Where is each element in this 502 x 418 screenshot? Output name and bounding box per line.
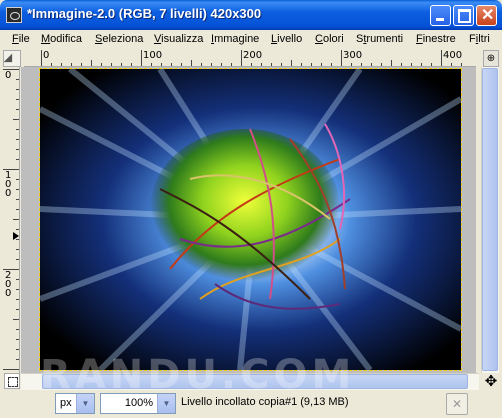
ruler-label: 0 <box>5 70 12 81</box>
menu-label-part: ivello <box>277 33 303 45</box>
menu-item-colori[interactable]: Colori <box>315 33 344 45</box>
chevron-down-icon: ▼ <box>76 394 94 413</box>
menu-label-part: ltri <box>478 33 490 45</box>
menu-item-visualizza[interactable]: Visualizza <box>154 33 203 45</box>
ruler-tick <box>16 249 19 250</box>
ruler-tick <box>191 60 192 66</box>
ruler-tick <box>3 369 19 370</box>
menu-item-finestre[interactable]: Finestre <box>416 33 456 45</box>
vertical-ruler[interactable]: 0 100 200 <box>3 67 20 373</box>
menu-item-immagine[interactable]: Immagine <box>211 33 259 45</box>
horizontal-ruler[interactable]: 0 100 200 300 400 <box>24 50 476 67</box>
ruler-tick <box>341 50 342 66</box>
menu-label-part: M <box>41 33 51 45</box>
chevron-down-icon: ▼ <box>157 394 175 413</box>
menu-item-strumenti[interactable]: Strumenti <box>356 33 403 45</box>
ruler-tick <box>16 79 19 80</box>
ruler-tick <box>16 179 19 180</box>
menu-label-part: eleziona <box>102 33 144 45</box>
minimize-button[interactable] <box>430 5 451 26</box>
ruler-tick <box>16 299 19 300</box>
image-canvas[interactable] <box>39 68 462 371</box>
ruler-tick <box>16 309 19 310</box>
cancel-icon[interactable] <box>446 393 468 415</box>
ruler-tick <box>16 139 19 140</box>
ruler-tick <box>41 50 42 66</box>
ruler-pointer-marker <box>13 232 19 240</box>
menu-item-filtri[interactable]: Filtri <box>469 33 490 45</box>
ruler-label: 100 <box>143 50 163 61</box>
ruler-tick <box>13 119 19 120</box>
ruler-tick <box>16 149 19 150</box>
ruler-tick <box>16 339 19 340</box>
menu-item-file[interactable]: File <box>12 33 30 45</box>
ruler-tick <box>241 50 242 66</box>
close-icon: ✕ <box>481 7 495 24</box>
ruler-label: 300 <box>343 50 363 61</box>
menu-arrow-icon[interactable] <box>3 50 21 67</box>
ruler-tick <box>91 60 92 66</box>
zoom-value: 100% <box>124 397 153 409</box>
ruler-label: 100 <box>5 170 12 199</box>
ruler-tick <box>16 329 19 330</box>
ruler-tick <box>16 99 19 100</box>
ruler-tick <box>16 359 19 360</box>
unit-select[interactable]: px ▼ <box>55 393 95 414</box>
close-button[interactable]: ✕ <box>476 5 497 26</box>
image-artwork <box>40 69 461 370</box>
zoom-to-fit-button[interactable]: ⊕ <box>483 50 499 67</box>
window-title: *Immagine-2.0 (RGB, 7 livelli) 420x300 <box>27 6 262 21</box>
zoom-select[interactable]: 100% ▼ <box>100 393 176 414</box>
ruler-tick <box>16 259 19 260</box>
ruler-tick <box>16 229 19 230</box>
maximize-button[interactable] <box>453 5 474 26</box>
menu-item-modifica[interactable]: Modifica <box>41 33 82 45</box>
menu-label-part: F <box>469 33 476 45</box>
gimp-icon[interactable] <box>6 7 22 23</box>
menu-label-part: rumenti <box>366 33 404 45</box>
menu-label-part: C <box>315 33 323 45</box>
ruler-tick <box>13 319 19 320</box>
menu-label-part: ile <box>18 33 30 45</box>
status-message: Livello incollato copia#1 (9,13 MB) <box>181 396 349 408</box>
ruler-label: 0 <box>43 50 50 61</box>
ruler-label: 200 <box>5 270 12 299</box>
ruler-tick <box>16 199 19 200</box>
unit-value: px <box>60 397 72 409</box>
ruler-tick <box>16 89 19 90</box>
menu-label-part: inestre <box>422 33 456 45</box>
ruler-tick <box>16 279 19 280</box>
horizontal-scroll-thumb[interactable] <box>42 374 468 389</box>
ruler-tick <box>16 349 19 350</box>
menu-label-part: F <box>12 33 19 45</box>
menu-label-part: odifica <box>50 33 82 45</box>
ruler-tick <box>16 289 19 290</box>
menu-item-livello[interactable]: Livello <box>271 33 302 45</box>
quick-mask-icon[interactable] <box>4 373 20 389</box>
menu-bar: File Modifica Seleziona Visualizza Immagine L… <box>0 30 502 50</box>
menu-label-part: olori <box>322 33 344 45</box>
ruler-tick <box>16 129 19 130</box>
menu-item-seleziona[interactable]: Seleziona <box>95 33 143 45</box>
menu-label-part: isualizza <box>161 33 204 45</box>
ruler-label: 200 <box>243 50 263 61</box>
ruler-tick <box>391 60 392 66</box>
menu-label-part: F <box>416 33 423 45</box>
ruler-tick <box>13 219 19 220</box>
ruler-tick <box>16 189 19 190</box>
ruler-tick <box>291 60 292 66</box>
menu-label-part: mmagine <box>214 33 260 45</box>
ruler-tick <box>441 50 442 66</box>
ruler-label: 400 <box>443 50 463 61</box>
ruler-tick <box>141 50 142 66</box>
ruler-tick <box>16 209 19 210</box>
vertical-scroll-thumb[interactable] <box>482 68 498 371</box>
ruler-tick <box>16 109 19 110</box>
navigate-icon[interactable]: ✥ <box>482 373 500 390</box>
ruler-tick <box>16 159 19 160</box>
